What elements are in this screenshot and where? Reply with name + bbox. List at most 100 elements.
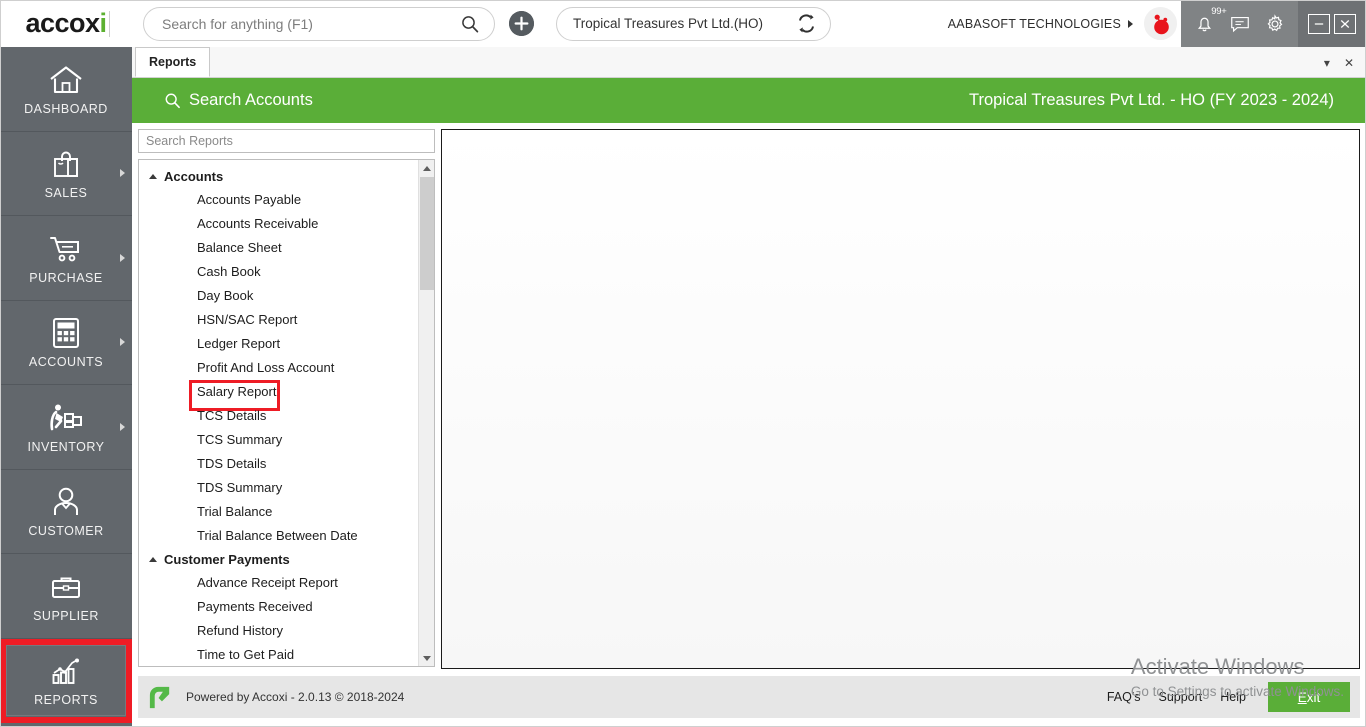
forklift-icon bbox=[48, 400, 84, 436]
chevron-right-icon bbox=[120, 338, 125, 347]
help-link[interactable]: Help bbox=[1220, 690, 1246, 704]
report-list-item[interactable]: HSN/SAC Report bbox=[139, 308, 418, 332]
report-list-item[interactable]: Ledger Report bbox=[139, 332, 418, 356]
add-new-button[interactable] bbox=[509, 11, 534, 36]
report-group-header[interactable]: Accounts bbox=[139, 165, 418, 188]
logo-text-main: accox bbox=[25, 8, 100, 38]
report-group-header[interactable]: Customer Payments bbox=[139, 548, 418, 571]
report-list-item[interactable]: TCS Details bbox=[139, 404, 418, 428]
report-list-item[interactable]: TCS Summary bbox=[139, 428, 418, 452]
search-accounts-button[interactable]: Search Accounts bbox=[164, 91, 313, 110]
tab-reports[interactable]: Reports bbox=[135, 47, 211, 77]
exit-button[interactable]: Exit bbox=[1268, 682, 1350, 712]
sidebar-label: SALES bbox=[44, 186, 88, 201]
swap-icon[interactable] bbox=[797, 14, 816, 33]
cart-icon bbox=[48, 231, 84, 267]
chevron-right-icon bbox=[120, 422, 125, 431]
caret-up-icon bbox=[149, 557, 157, 562]
app-logo: accoxi bbox=[0, 0, 135, 47]
sidebar-item-inventory[interactable]: INVENTORY bbox=[0, 385, 132, 470]
sidebar-item-reports[interactable]: REPORTS bbox=[0, 638, 132, 723]
home-icon bbox=[49, 62, 83, 98]
logo-text-accent: i bbox=[99, 8, 108, 38]
sidebar-label: INVENTORY bbox=[27, 439, 105, 454]
sidebar-item-sales[interactable]: SALES bbox=[0, 132, 132, 216]
sidebar-item-customer[interactable]: CUSTOMER bbox=[0, 470, 132, 554]
report-group-label: Customer Payments bbox=[164, 552, 290, 567]
bell-icon[interactable]: 99+ bbox=[1192, 6, 1227, 37]
notification-badge: 99+ bbox=[1211, 5, 1227, 17]
report-list-item[interactable]: Trial Balance Between Date bbox=[139, 524, 418, 548]
faq-link[interactable]: FAQ's bbox=[1107, 690, 1141, 704]
chart-icon bbox=[50, 653, 82, 689]
sidebar-label: DASHBOARD bbox=[24, 101, 108, 116]
search-icon bbox=[460, 14, 480, 34]
page-title: Search Accounts bbox=[189, 91, 313, 109]
briefcase-icon bbox=[50, 569, 82, 605]
report-list-item[interactable]: TDS Summary bbox=[139, 476, 418, 500]
reports-tree-list: Accounts Accounts Payable Accounts Receiva… bbox=[139, 160, 418, 666]
report-list-item[interactable]: Advance Receipt Report bbox=[139, 571, 418, 595]
report-list-item[interactable]: Accounts Payable bbox=[139, 188, 418, 212]
footer-bar: Powered by Accoxi - 2.0.13 © 2018-2024 F… bbox=[138, 676, 1360, 718]
report-list-item[interactable]: Profit And Loss Account bbox=[139, 356, 418, 380]
chevron-right-icon bbox=[120, 253, 125, 262]
avatar[interactable] bbox=[1144, 7, 1177, 40]
accoxi-arrow-icon bbox=[146, 683, 174, 711]
branch-selector[interactable]: Tropical Treasures Pvt Ltd.(HO) bbox=[556, 6, 831, 41]
chevron-down-icon[interactable]: ▾ bbox=[1324, 56, 1330, 70]
caret-right-icon bbox=[1128, 19, 1133, 28]
report-list-item[interactable]: Accounts Receivable bbox=[139, 212, 418, 236]
close-icon[interactable]: ✕ bbox=[1344, 56, 1354, 70]
sidebar-item-accounts[interactable]: ACCOUNTS bbox=[0, 301, 132, 385]
report-list-item[interactable]: Trial Balance bbox=[139, 500, 418, 524]
report-list-item[interactable]: Salary Report bbox=[139, 380, 418, 411]
tab-bar-controls: ▾ ✕ bbox=[1324, 56, 1366, 77]
report-list-item[interactable]: Day Book bbox=[139, 284, 418, 308]
triangle-up-icon[interactable] bbox=[419, 160, 434, 176]
top-bar: accoxi Tropical Treasures Pvt Ltd.(HO) bbox=[0, 0, 1366, 47]
report-group-label: Accounts bbox=[164, 169, 224, 184]
minimize-icon[interactable] bbox=[1308, 13, 1330, 34]
sidebar-item-supplier[interactable]: SUPPLIER bbox=[0, 554, 132, 639]
bag-icon bbox=[51, 146, 81, 182]
gear-icon[interactable] bbox=[1262, 11, 1288, 37]
global-search[interactable] bbox=[143, 6, 495, 41]
report-list-item[interactable]: TDS Details bbox=[139, 452, 418, 476]
triangle-down-icon[interactable] bbox=[419, 650, 434, 666]
tab-label: Reports bbox=[149, 55, 197, 69]
report-list-item[interactable]: Cash Book bbox=[139, 260, 418, 284]
scrollbar-thumb[interactable] bbox=[420, 177, 434, 290]
window-controls bbox=[1298, 0, 1366, 47]
application-window: accoxi Tropical Treasures Pvt Ltd.(HO) bbox=[0, 0, 1366, 727]
system-icon-strip: 99+ bbox=[1181, 0, 1298, 47]
support-link[interactable]: Support bbox=[1159, 690, 1203, 704]
report-list-item[interactable]: Balance Sheet bbox=[139, 236, 418, 260]
sidebar-label: ACCOUNTS bbox=[28, 355, 104, 370]
sidebar-label: REPORTS bbox=[34, 693, 98, 708]
reports-panel: Accounts Accounts PayableAccounts Receiva… bbox=[138, 129, 435, 669]
exit-label-accel: E bbox=[1297, 689, 1307, 705]
sidebar-item-purchase[interactable]: PURCHASE bbox=[0, 216, 132, 301]
footer-links: FAQ's Support Help Exit bbox=[1107, 682, 1350, 712]
report-list-item[interactable]: Payments Received bbox=[139, 595, 418, 619]
sidebar-item-dashboard[interactable]: DASHBOARD bbox=[0, 47, 132, 132]
sidebar-label: CUSTOMER bbox=[28, 524, 104, 539]
company-name: AABASOFT TECHNOLOGIES bbox=[947, 16, 1121, 31]
company-fiscal-year: Tropical Treasures Pvt Ltd. - HO (FY 202… bbox=[969, 91, 1334, 109]
logo-divider bbox=[108, 10, 110, 37]
report-list-item[interactable]: Refund History bbox=[139, 619, 418, 643]
reports-scrollbar[interactable] bbox=[418, 160, 434, 666]
message-icon[interactable] bbox=[1227, 11, 1253, 37]
exit-label-rest: xit bbox=[1306, 689, 1321, 705]
close-icon[interactable] bbox=[1334, 13, 1356, 34]
left-sidebar: DASHBOARD SALES PURCHASE ACCOUNTS INVENT… bbox=[0, 47, 132, 727]
search-icon bbox=[164, 92, 181, 109]
calculator-icon bbox=[52, 315, 80, 351]
company-menu[interactable]: AABASOFT TECHNOLOGIES bbox=[948, 0, 1181, 47]
report-list-item[interactable]: Time to Get Paid bbox=[139, 643, 418, 666]
sidebar-label: PURCHASE bbox=[29, 270, 103, 285]
sidebar-label: SUPPLIER bbox=[33, 608, 99, 623]
search-input[interactable] bbox=[162, 15, 460, 32]
reports-search-input[interactable] bbox=[138, 129, 435, 153]
